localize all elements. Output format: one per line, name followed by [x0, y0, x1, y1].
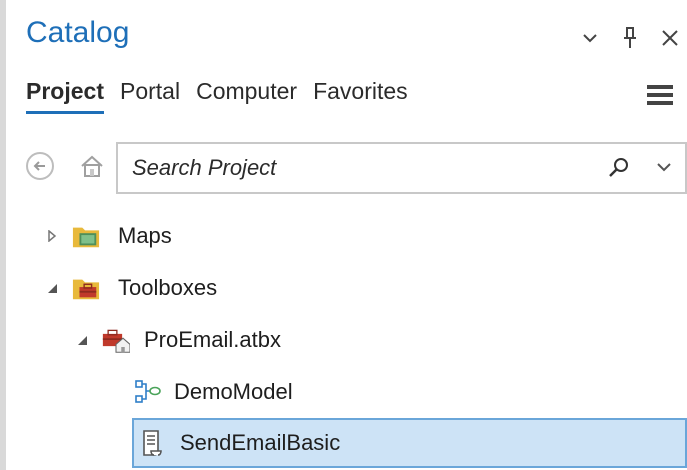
hamburger-menu-button[interactable] [647, 84, 673, 106]
hamburger-icon [647, 85, 673, 105]
arrow-left-icon [33, 161, 45, 171]
pane-title: Catalog [26, 16, 130, 49]
tab-favorites[interactable]: Favorites [313, 78, 408, 114]
tree-item-sendemailbasic[interactable]: SendEmailBasic [132, 418, 687, 468]
triangle-right-icon [48, 230, 57, 242]
catalog-tabs: Project Portal Computer Favorites [26, 78, 408, 114]
collapse-toggle[interactable] [44, 280, 60, 296]
tree-item-label: Maps [118, 223, 172, 248]
home-button[interactable] [78, 152, 108, 182]
search-input[interactable] [132, 152, 572, 184]
tree-item-label: SendEmailBasic [180, 430, 341, 455]
model-icon [134, 378, 162, 406]
chevron-down-icon [657, 163, 671, 172]
home-icon [81, 155, 103, 177]
expand-toggle[interactable] [44, 228, 60, 244]
back-button[interactable] [26, 152, 54, 180]
tree-item-toolboxes[interactable]: Toolboxes [44, 264, 217, 312]
tab-computer[interactable]: Computer [196, 78, 297, 114]
search-button[interactable] [607, 156, 631, 180]
tab-project[interactable]: Project [26, 78, 104, 114]
close-icon [662, 30, 678, 46]
tree-item-proemail-atbx[interactable]: ProEmail.atbx [74, 316, 281, 364]
window-controls [577, 20, 687, 56]
script-icon [138, 429, 166, 457]
search-icon [609, 158, 628, 177]
chevron-down-icon [583, 34, 597, 43]
tree-item-label: DemoModel [174, 379, 293, 404]
pin-icon [624, 27, 636, 48]
toolbox-home-icon [102, 326, 130, 354]
pin-button[interactable] [617, 24, 643, 52]
tree-item-label: Toolboxes [118, 275, 218, 300]
close-button[interactable] [657, 24, 683, 52]
search-options-dropdown[interactable] [655, 160, 673, 176]
options-chevron-button[interactable] [577, 24, 603, 52]
triangle-down-icon [48, 284, 57, 293]
tree-item-demomodel[interactable]: DemoModel [134, 368, 293, 416]
pane-left-border [0, 0, 6, 470]
tree-item-label: ProEmail.atbx [144, 327, 281, 352]
search-box [116, 142, 687, 194]
triangle-down-icon [78, 336, 87, 345]
collapse-toggle[interactable] [74, 332, 90, 348]
folder-map-icon [72, 222, 100, 250]
tab-portal[interactable]: Portal [120, 78, 180, 114]
folder-toolbox-icon [72, 274, 100, 302]
tree-item-maps[interactable]: Maps [44, 212, 172, 260]
